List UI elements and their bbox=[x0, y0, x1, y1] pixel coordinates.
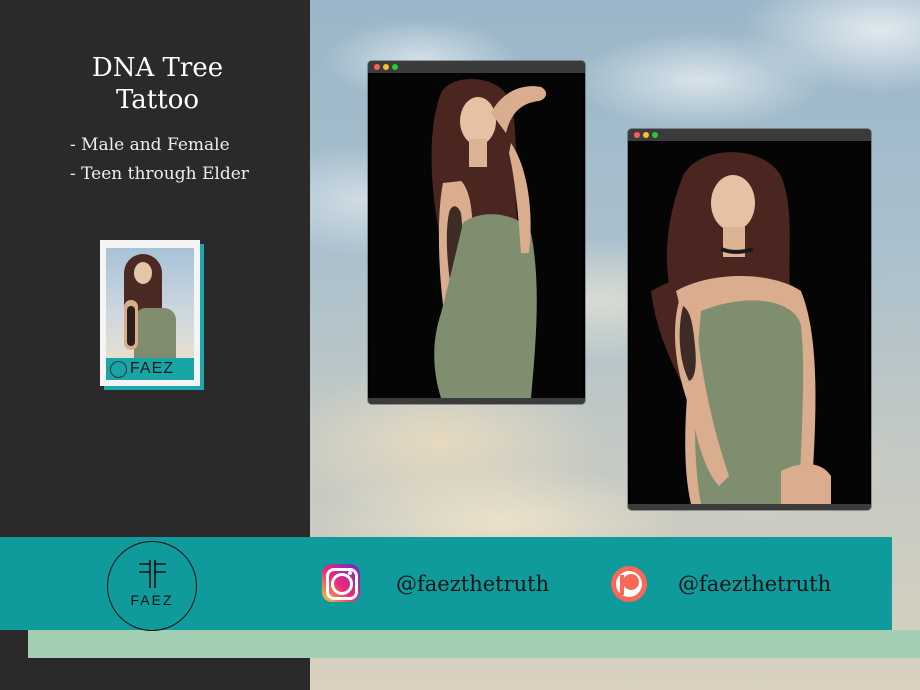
minimize-dot-icon[interactable] bbox=[643, 132, 649, 138]
minimize-dot-icon[interactable] bbox=[383, 64, 389, 70]
thumbnail-image bbox=[106, 248, 194, 360]
window-titlebar bbox=[368, 61, 585, 73]
preview-window-2 bbox=[628, 129, 871, 510]
detail-item: - Teen through Elder bbox=[70, 164, 249, 184]
model-illustration-1 bbox=[431, 79, 547, 398]
close-dot-icon[interactable] bbox=[374, 64, 380, 70]
instagram-handle[interactable]: @faezthetruth bbox=[396, 572, 549, 596]
details-list: - Male and Female - Teen through Elder bbox=[70, 131, 249, 189]
preview-window-1 bbox=[368, 61, 585, 404]
window-titlebar bbox=[628, 129, 871, 141]
brand-logo: FAEZ bbox=[107, 541, 197, 631]
patreon-handle[interactable]: @faezthetruth bbox=[678, 572, 831, 596]
patreon-icon[interactable] bbox=[610, 565, 648, 603]
page-title: DNA Tree Tattoo bbox=[60, 52, 255, 116]
maximize-dot-icon[interactable] bbox=[392, 64, 398, 70]
maximize-dot-icon[interactable] bbox=[652, 132, 658, 138]
close-dot-icon[interactable] bbox=[634, 132, 640, 138]
title-line-1: DNA Tree bbox=[91, 53, 224, 83]
thumbnail-card: FAEZ bbox=[100, 240, 200, 386]
instagram-icon[interactable] bbox=[322, 564, 360, 602]
detail-item: - Male and Female bbox=[70, 135, 230, 155]
preview-image-1 bbox=[371, 73, 582, 398]
model-illustration-2 bbox=[651, 152, 831, 504]
faez-monogram-icon bbox=[139, 560, 166, 588]
accent-strip bbox=[28, 630, 920, 658]
title-line-2: Tattoo bbox=[115, 85, 200, 115]
preview-image-2 bbox=[631, 141, 868, 504]
logo-text: FAEZ bbox=[130, 592, 174, 608]
thumbnail-label-text: FAEZ bbox=[130, 360, 175, 377]
mini-logo-icon bbox=[110, 361, 127, 378]
thumbnail-label: FAEZ bbox=[106, 358, 194, 380]
